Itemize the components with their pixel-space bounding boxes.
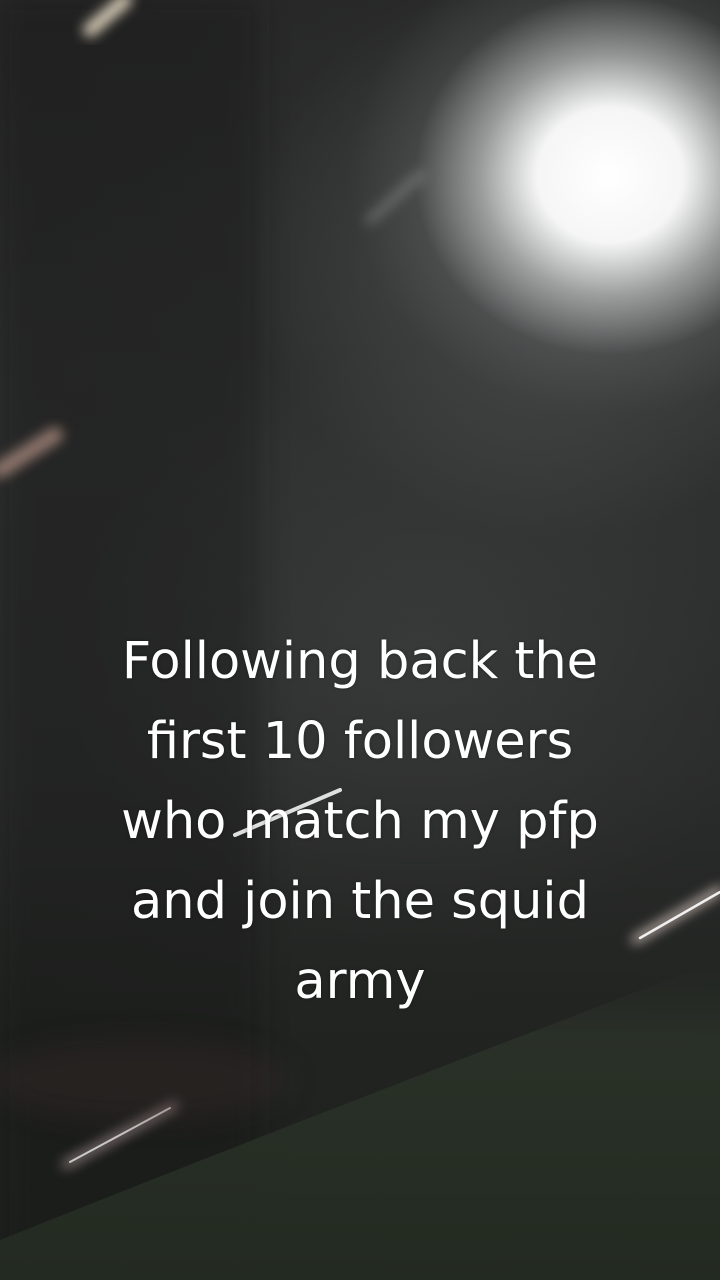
car-reflection (0, 1040, 290, 1120)
caption-line: who match my pfp (121, 792, 599, 851)
caption-text: Following back the first 10 followers wh… (40, 622, 680, 1022)
caption-line: Following back the (121, 632, 599, 691)
caption-line: army (294, 952, 426, 1011)
caption-line: first 10 followers (146, 712, 574, 771)
caption-line: and join the squid (131, 872, 589, 931)
video-frame: Following back the first 10 followers wh… (0, 0, 720, 1280)
light-flare-diagonal (365, 170, 425, 225)
